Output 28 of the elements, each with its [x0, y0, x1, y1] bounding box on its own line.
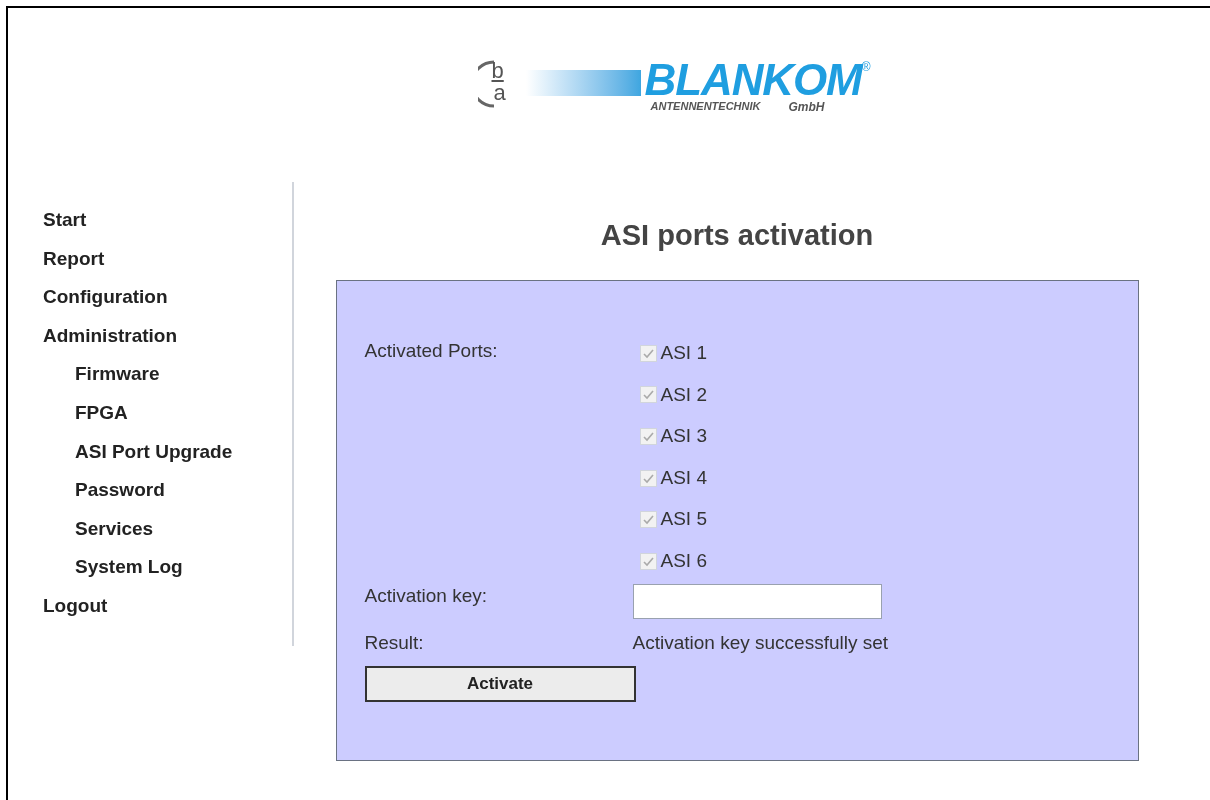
nav-link[interactable]: Configuration [43, 285, 292, 324]
nav-link[interactable]: FPGA [43, 400, 292, 440]
checkbox-label: ASI 3 [660, 424, 707, 449]
activate-button[interactable]: Activate [364, 665, 636, 702]
checkbox-label: ASI 4 [660, 465, 707, 490]
page-heading: ASI ports activation [600, 218, 874, 253]
checkbox-label: ASI 5 [660, 507, 707, 532]
result-text: Activation key successfully set [632, 631, 890, 656]
field-label: Result: [364, 631, 425, 656]
activation-key-field[interactable] [632, 584, 882, 620]
nav-link[interactable]: Services [43, 516, 292, 556]
field-label: Activated Ports: [364, 338, 499, 363]
nav-link[interactable]: System Log [43, 555, 292, 594]
nav-link[interactable]: Administration [43, 323, 292, 363]
nav-link[interactable]: Firmware [43, 362, 292, 401]
logo-mark: b a [477, 58, 522, 110]
field-label: Activation key: [364, 584, 488, 609]
nav-link[interactable]: ASI Port Upgrade [43, 439, 292, 479]
checkbox-label: ASI 6 [660, 549, 707, 573]
nav-link[interactable]: Start [43, 208, 292, 247]
logo-name: BLANKOM [644, 58, 862, 102]
checkbox-label: ASI 2 [660, 382, 707, 407]
nav-link[interactable]: Logout [43, 593, 292, 633]
nav-link[interactable]: Report [43, 246, 292, 286]
logo-suffix: GmbH [788, 99, 825, 116]
logo-subtitle: ANTENNENTECHNIK [650, 99, 761, 114]
nav-link[interactable]: Password [43, 478, 292, 517]
checkbox-label: ASI 1 [660, 341, 707, 366]
